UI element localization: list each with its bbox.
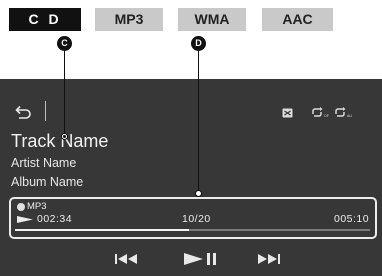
next-track-icon[interactable] (257, 252, 281, 266)
callout-d: D (191, 36, 206, 51)
progress-fill (15, 229, 189, 231)
elapsed-time: 002:34 (37, 213, 73, 225)
callout-c: C (57, 36, 72, 51)
repeat-off-icon[interactable]: OFF (311, 107, 329, 118)
total-time: 005:10 (334, 213, 370, 225)
tab-cd[interactable]: C D (9, 8, 81, 31)
disc-icon (17, 203, 25, 211)
track-counter: 10/20 (182, 213, 211, 225)
tab-mp3[interactable]: MP3 (95, 8, 163, 31)
progress-bar[interactable] (15, 229, 370, 231)
album-name: Album Name (11, 175, 84, 189)
play-pause-icon[interactable] (183, 252, 217, 266)
tab-wma[interactable]: WMA (178, 8, 246, 31)
play-state-icon (17, 216, 33, 223)
svg-text:OFF: OFF (324, 114, 329, 118)
leader-line-d (198, 51, 199, 193)
track-name: Track Name (11, 131, 109, 151)
title-divider (45, 101, 46, 121)
leader-target-d (195, 190, 202, 197)
format-label: MP3 (27, 201, 47, 212)
leader-line-c (64, 51, 65, 135)
back-arrow-icon[interactable] (14, 105, 32, 121)
tab-aac[interactable]: AAC (262, 8, 333, 31)
previous-track-icon[interactable] (114, 252, 140, 266)
svg-text:ALL: ALL (347, 114, 352, 118)
repeat-all-icon[interactable]: ALL (334, 107, 352, 118)
leader-target-c-center (63, 135, 66, 138)
shuffle-icon[interactable] (282, 108, 293, 118)
artist-name: Artist Name (11, 156, 77, 170)
